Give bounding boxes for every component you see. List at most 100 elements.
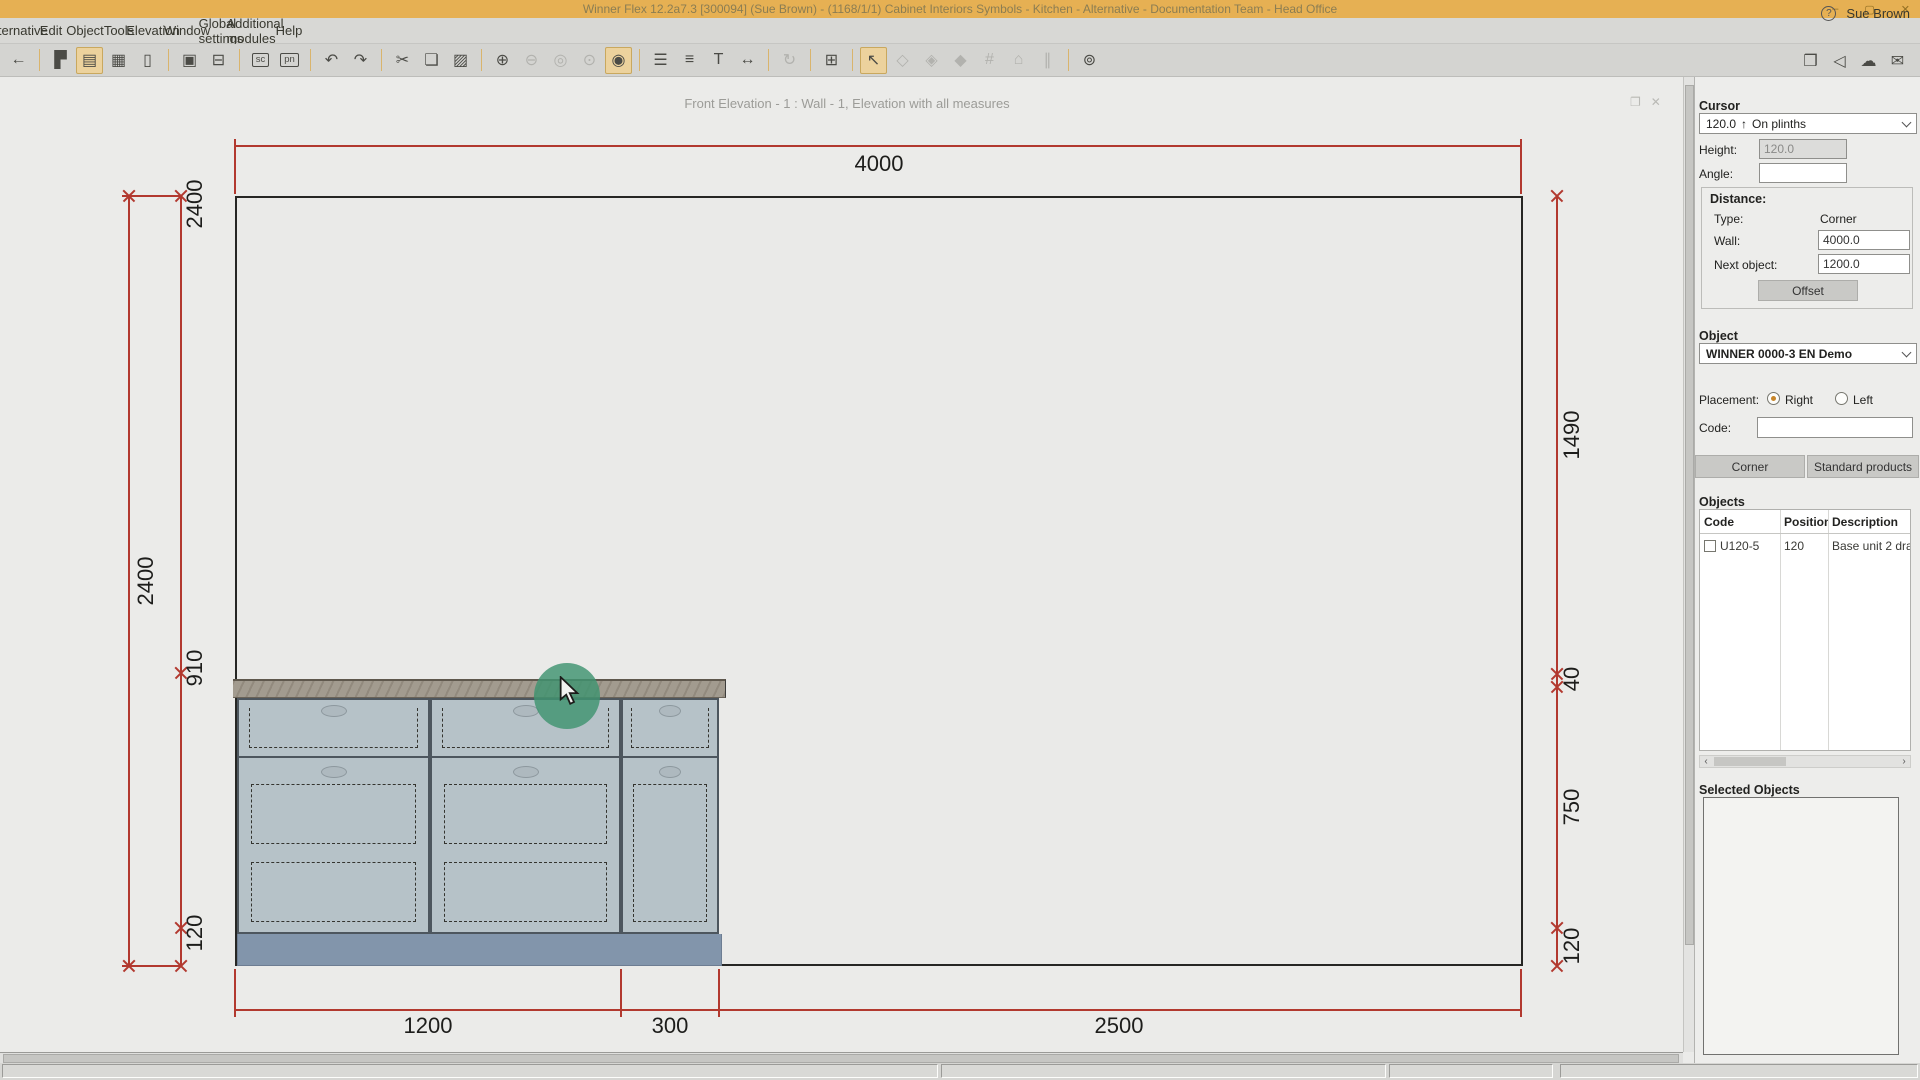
elevation-view-button[interactable]: ▤ (76, 46, 103, 74)
zoom-realtime-button[interactable]: ◉ (605, 46, 632, 74)
zoom-in-button[interactable]: ⊕ (489, 47, 516, 74)
standard-products-button[interactable]: Standard products (1807, 455, 1919, 478)
select-pointer-button[interactable]: ↖ (860, 46, 887, 74)
grid-button[interactable]: # (976, 47, 1003, 74)
report-button[interactable]: ☰ (647, 47, 674, 74)
menu-bar: AlternativeEditObjectToolsElevationWindo… (0, 16, 1920, 46)
base-unit-2[interactable] (430, 698, 621, 934)
measure-button[interactable]: ⊚ (1076, 47, 1103, 74)
wireframe-view-button[interactable]: ◇ (889, 47, 916, 74)
cursor-mode-select[interactable]: 120.0 ↑ On plinths (1699, 113, 1917, 134)
height-field[interactable]: 120.0 (1759, 139, 1847, 159)
table-row[interactable]: U120-5 120 Base unit 2 drawer (1700, 535, 1910, 557)
feedback-button[interactable]: ◁ (1826, 47, 1853, 74)
offset-button[interactable]: Offset (1758, 280, 1858, 301)
pan-mode-button[interactable]: pn (276, 47, 303, 74)
zoom-window-button[interactable]: ◎ (547, 47, 574, 74)
cloud-button[interactable]: ☁ (1855, 47, 1882, 74)
wall-view-button[interactable]: ▯ (134, 47, 161, 74)
paste-button[interactable]: ▨ (447, 47, 474, 74)
plinth[interactable] (237, 934, 722, 966)
row-position: 120 (1784, 539, 1805, 553)
dim-right-plinth: 120 (1559, 927, 1584, 965)
dim-line-left-outer (128, 196, 130, 966)
text-tool-button[interactable]: T (705, 47, 732, 74)
worktop[interactable] (233, 679, 726, 698)
mouse-cursor-icon (559, 676, 580, 705)
zoom-out-button[interactable]: ⊖ (518, 47, 545, 74)
annotation-button[interactable]: ≡ (676, 47, 703, 74)
placement-left-radio[interactable] (1835, 392, 1848, 405)
undo-button[interactable]: ↶ (318, 47, 345, 74)
menu-object[interactable]: Object (66, 18, 104, 43)
dim-bottom-rest: 2500 (1094, 1013, 1144, 1038)
hidden-line-view-button[interactable]: ◈ (918, 47, 945, 74)
zoom-extents-button[interactable]: ⊙ (576, 47, 603, 74)
inner-window-controls: ❐ ✕ (1630, 95, 1661, 109)
toolbar-right: ❒ ◁ ☁ ✉ (1796, 44, 1912, 77)
scrollbar-thumb[interactable] (3, 1054, 1679, 1063)
placement-right-radio[interactable] (1767, 392, 1780, 405)
canvas-vertical-scrollbar[interactable] (1683, 77, 1694, 1052)
scroll-right-icon[interactable]: › (1898, 756, 1910, 767)
restore-icon[interactable]: ❐ (1630, 95, 1641, 109)
scrollbar-thumb[interactable] (1685, 85, 1694, 945)
snapshot-button[interactable]: ❒ (1797, 47, 1824, 74)
floorplan-view-button[interactable]: ▛ (47, 47, 74, 74)
print-button[interactable]: ⊟ (205, 47, 232, 74)
base-unit-1[interactable] (237, 698, 430, 934)
help-icon[interactable]: ? (1821, 5, 1837, 21)
back-button[interactable]: ← (5, 47, 32, 74)
next-object-field[interactable]: 1200.0 (1818, 254, 1910, 274)
base-unit-3[interactable] (621, 698, 719, 934)
menu-additional-modules[interactable]: Additional modules (226, 16, 283, 46)
rotate-button[interactable]: ↻ (776, 47, 803, 74)
type-label: Type: (1714, 212, 1744, 226)
type-value: Corner (1820, 212, 1857, 226)
menu-edit[interactable]: Edit (35, 18, 67, 43)
menu-alternative[interactable]: Alternative (0, 18, 48, 43)
wall-label: Wall: (1714, 234, 1741, 248)
status-segment (1560, 1064, 1918, 1078)
objects-table[interactable]: Code Position Description U120-5 120 Bas… (1699, 509, 1911, 751)
status-segment (1389, 1064, 1553, 1078)
dim-bottom-run1: 1200 (403, 1013, 453, 1038)
mail-button[interactable]: ✉ (1884, 47, 1911, 74)
user-name[interactable]: Sue Brown (1846, 6, 1910, 21)
copy-button[interactable]: ❏ (418, 47, 445, 74)
objects-table-scrollbar[interactable]: ‹ › (1699, 755, 1911, 768)
all-elevations-view-button[interactable]: ▦ (105, 47, 132, 74)
scroll-left-icon[interactable]: ‹ (1700, 756, 1712, 767)
height-label: Height: (1699, 143, 1738, 157)
angle-field[interactable] (1759, 163, 1847, 183)
wall-distance-field[interactable]: 4000.0 (1818, 230, 1910, 250)
drawing-canvas[interactable]: Front Elevation - 1 : Wall - 1, Elevatio… (0, 77, 1694, 1052)
code-field[interactable] (1757, 417, 1913, 438)
shaded-view-button[interactable]: ◆ (947, 47, 974, 74)
handle (512, 705, 539, 717)
menu-help[interactable]: Help (273, 18, 305, 43)
handle (512, 766, 539, 778)
door-outline (633, 784, 707, 922)
calculator-button[interactable]: ⊞ (818, 47, 845, 74)
door-outline (444, 862, 607, 922)
spacing-button[interactable]: ∥ (1034, 47, 1061, 74)
dim-ext (718, 969, 720, 1007)
canvas-horizontal-scrollbar[interactable] (0, 1052, 1683, 1063)
walkthrough-button[interactable]: ⌂ (1005, 47, 1032, 74)
row-checkbox[interactable] (1704, 540, 1716, 552)
redo-button[interactable]: ↷ (347, 47, 374, 74)
close-icon[interactable]: ✕ (1651, 95, 1661, 109)
catalog-select[interactable]: WINNER 0000-3 EN Demo (1699, 343, 1917, 364)
save-button[interactable]: ▣ (176, 47, 203, 74)
dim-tick (1520, 139, 1522, 153)
title-bar: Winner Flex 12.2a7.3 [300094] (Sue Brown… (0, 0, 1920, 18)
dim-ext (1520, 969, 1522, 1007)
screen-mode-button[interactable]: sc (247, 47, 274, 74)
scrollbar-thumb[interactable] (1714, 757, 1786, 766)
selected-objects-list[interactable] (1703, 797, 1899, 1055)
toolbar-separator (481, 49, 482, 71)
dimension-tool-button[interactable]: ↔ (734, 47, 761, 74)
cut-button[interactable]: ✂ (389, 47, 416, 74)
corner-button[interactable]: Corner (1695, 455, 1805, 478)
